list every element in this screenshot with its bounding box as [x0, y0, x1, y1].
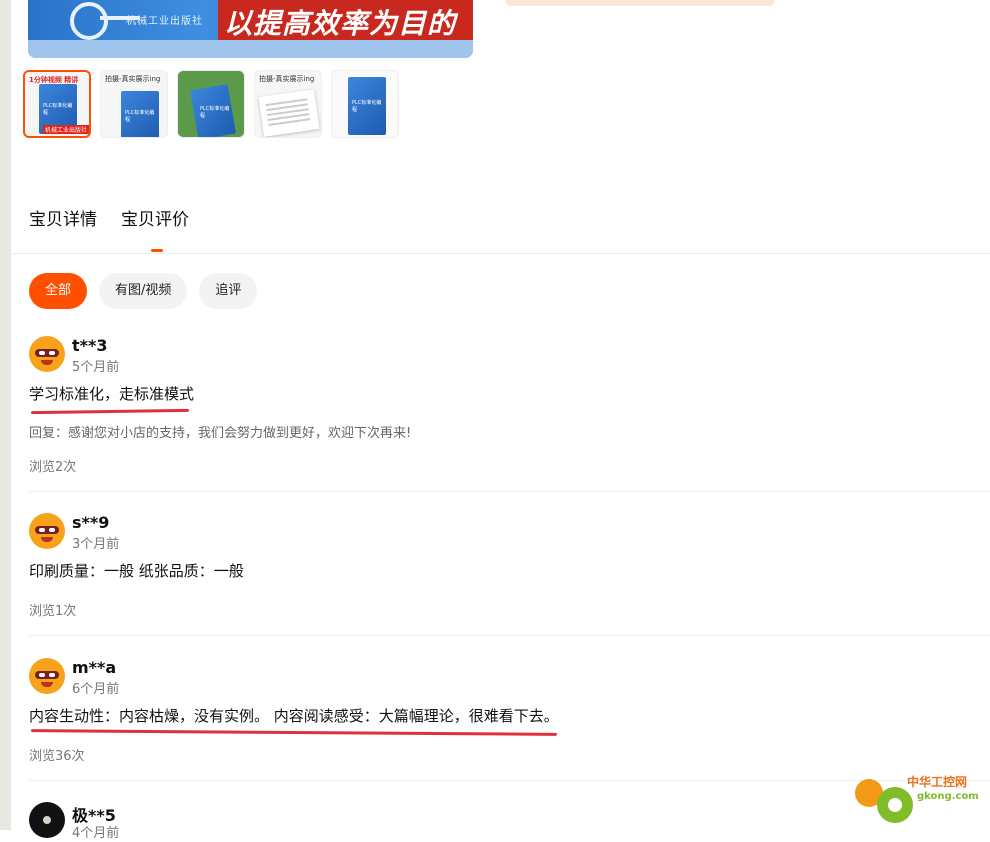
tab-reviews[interactable]: 宝贝评价 [121, 205, 189, 252]
review-filters: 全部 有图/视频 追评 [29, 273, 258, 309]
tab-divider [11, 253, 990, 254]
open-page [258, 89, 320, 137]
user-avatar-icon[interactable] [29, 658, 65, 694]
annotation-underline [30, 408, 190, 415]
thumbnail-3[interactable]: PLC标准化编程 [177, 70, 245, 138]
cover-title: PLC标准化编程 [200, 106, 230, 119]
filter-follow-up[interactable]: 追评 [199, 273, 258, 309]
avatar-glint [43, 816, 51, 824]
filter-all[interactable]: 全部 [29, 273, 88, 309]
review-divider [29, 635, 990, 636]
avatar-eye [49, 351, 55, 355]
review-content: 学习标准化，走标准模式 [29, 385, 195, 403]
annotation-underline [30, 729, 558, 736]
tab-details[interactable]: 宝贝详情 [29, 205, 97, 230]
gear-icon [877, 787, 913, 823]
thumbnail-header: 拍摄-真实展示ing [105, 75, 161, 83]
cover-title: PLC标准化编程 [125, 110, 155, 123]
review-content: 内容生动性：内容枯燥，没有实例。 内容阅读感受：大篇幅理论，很难看下去。 [29, 707, 559, 725]
thumbnail-badge: 机械工业出版社 [43, 125, 89, 134]
review-divider [29, 491, 990, 492]
view-count: 浏览36次 [29, 749, 85, 764]
reviewer-name[interactable]: m**a [72, 658, 116, 677]
avatar-eye [49, 673, 55, 677]
user-avatar-icon[interactable] [29, 336, 65, 372]
hero-band [28, 40, 473, 58]
avatar-mouth [41, 360, 53, 365]
reviewer-name[interactable]: s**9 [72, 513, 109, 532]
avatar-eye [49, 528, 55, 532]
top-decoration [505, 0, 775, 6]
review-time: 6个月前 [72, 682, 120, 697]
review-item: s**9 3个月前 印刷质量：一般 纸张品质：一般 浏览1次 [29, 513, 990, 643]
thumbnail-5[interactable]: PLC标准化编程 [331, 70, 399, 138]
review-time: 3个月前 [72, 537, 120, 552]
cover-title: PLC标准化编程 [43, 103, 73, 116]
cover-title: PLC标准化编程 [352, 100, 382, 113]
avatar-mouth [41, 682, 53, 687]
view-count: 浏览1次 [29, 604, 77, 619]
thumbnail-strip: 1分钟视频 精讲 PLC标准化编程 机械工业出版社 拍摄-真实展示ing PLC… [23, 70, 399, 138]
reviewer-name[interactable]: t**3 [72, 336, 108, 355]
avatar-mouth [41, 537, 53, 542]
review-time: 4个月前 [72, 826, 120, 841]
review-item: 极**5 4个月前 [29, 802, 990, 842]
left-edge-strip [0, 0, 11, 830]
review-item: m**a 6个月前 内容生动性：内容枯燥，没有实例。 内容阅读感受：大篇幅理论，… [29, 658, 990, 788]
thumbnail-1[interactable]: 1分钟视频 精讲 PLC标准化编程 机械工业出版社 [23, 70, 91, 138]
watermark-name: 中华工控网 [907, 775, 968, 789]
site-watermark: 中华工控网 gkong.com [855, 773, 985, 823]
thumbnail-header: 拍摄-真实展示ing [259, 75, 315, 83]
avatar-eye [39, 673, 45, 677]
product-hero-image[interactable]: 机械工业出版社 以提高效率为目的 [28, 0, 473, 58]
review-divider [29, 780, 990, 781]
filter-with-media[interactable]: 有图/视频 [99, 273, 188, 309]
user-avatar-icon[interactable] [29, 802, 65, 838]
seller-reply: 回复：感谢您对小店的支持，我们会努力做到更好，欢迎下次再来! [29, 426, 412, 441]
hero-slogan: 以提高效率为目的 [224, 7, 457, 40]
avatar-eye [39, 528, 45, 532]
thumbnail-4[interactable]: 拍摄-真实展示ing [254, 70, 322, 138]
user-avatar-icon[interactable] [29, 513, 65, 549]
avatar-eye [39, 351, 45, 355]
view-count: 浏览2次 [29, 460, 77, 475]
watermark-url: gkong.com [917, 791, 979, 802]
detail-tabs: 宝贝详情 宝贝评价 [29, 205, 189, 252]
thumbnail-2[interactable]: 拍摄-真实展示ing PLC标准化编程 [100, 70, 168, 138]
thumbnail-header: 1分钟视频 精讲 [29, 76, 79, 84]
hero-publisher: 机械工业出版社 [126, 16, 203, 27]
review-content: 印刷质量：一般 纸张品质：一般 [29, 562, 244, 580]
review-item: t**3 5个月前 学习标准化，走标准模式 回复：感谢您对小店的支持，我们会努力… [29, 336, 990, 496]
review-time: 5个月前 [72, 360, 120, 375]
publisher-logo-icon [70, 2, 140, 40]
